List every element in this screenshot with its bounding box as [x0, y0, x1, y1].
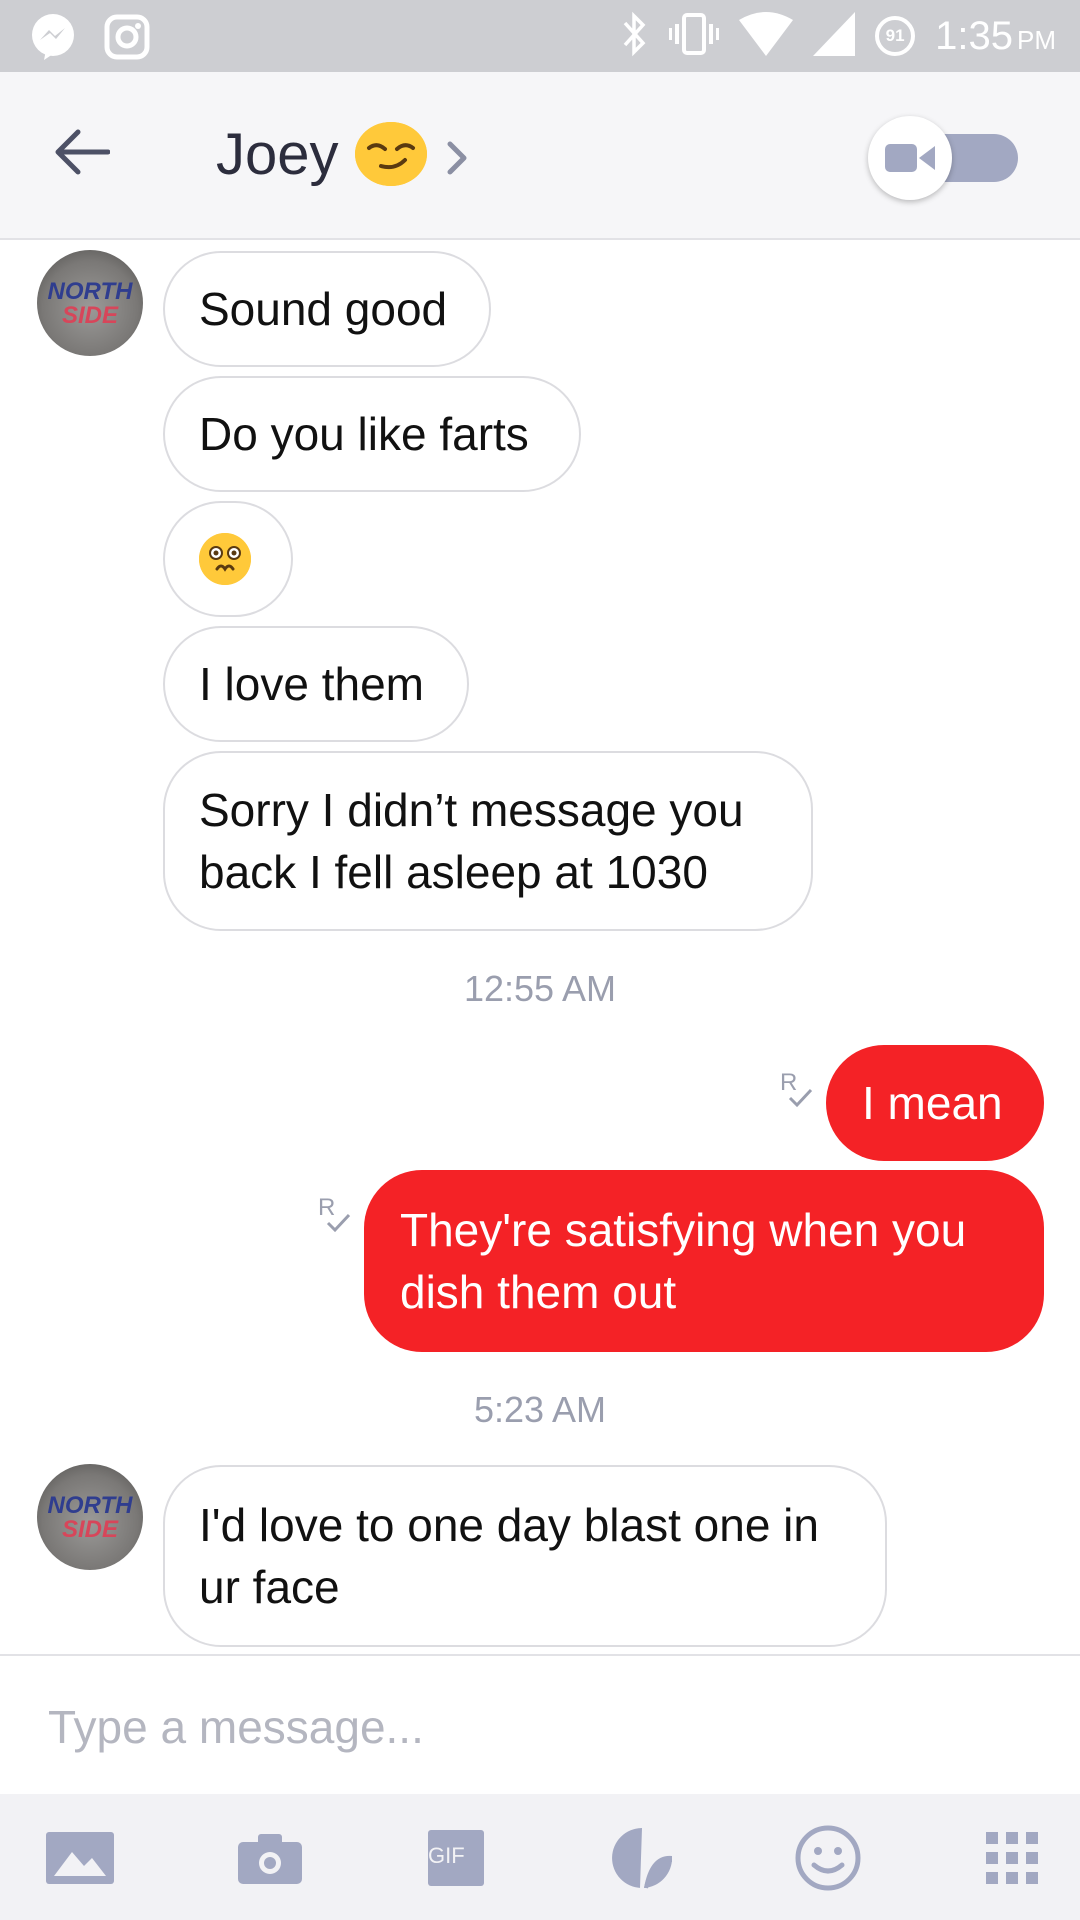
message-text-line: dish them out [400, 1266, 677, 1318]
clock-time: 1:35 [935, 13, 1013, 58]
svg-text:R: R [780, 1069, 797, 1096]
outgoing-message[interactable]: I mean [826, 1045, 1044, 1161]
conversation-header: Joey [0, 72, 1080, 240]
incoming-message[interactable] [163, 501, 293, 617]
incoming-message[interactable]: Sound good [163, 251, 491, 367]
signal-icon [813, 11, 856, 61]
smirking-face-emoji [354, 122, 427, 186]
instagram-icon [104, 14, 150, 65]
message-text: I mean [862, 1077, 1003, 1129]
incoming-message[interactable]: I'd love to one day blast one in ur face [163, 1465, 887, 1647]
composer-toolbar: GIF [0, 1794, 1080, 1920]
gif-label: GIF [428, 1843, 465, 1868]
status-bar: 91 1:35 PM [0, 0, 1080, 72]
chevron-right-icon[interactable] [446, 140, 470, 181]
message-text-line: Sorry I didn’t message you [199, 784, 744, 836]
incoming-message[interactable]: I love them [163, 626, 469, 742]
contact-title[interactable]: Joey [216, 121, 427, 187]
video-camera-icon [868, 116, 952, 200]
arrow-left-icon[interactable] [54, 128, 111, 181]
gif-icon[interactable]: GIF [420, 1822, 492, 1894]
messenger-icon [28, 12, 78, 67]
message-text-line: They're satisfying when you [400, 1204, 967, 1256]
svg-text:R: R [318, 1194, 335, 1221]
battery-level: 91 [885, 26, 905, 45]
message-text-line: back I fell asleep at 1030 [199, 846, 708, 898]
outgoing-message[interactable]: They're satisfying when you dish them ou… [364, 1170, 1044, 1352]
message-text: Do you like farts [199, 408, 529, 460]
read-receipt-icon: R [316, 1193, 352, 1242]
sticker-icon[interactable] [606, 1822, 678, 1894]
avatar-text-side: SIDE [61, 302, 118, 329]
message-list[interactable]: NORTH SIDE Sound good Do you like farts … [0, 240, 1080, 1654]
more-apps-icon[interactable] [976, 1822, 1048, 1894]
message-text: I love them [199, 658, 424, 710]
camera-icon[interactable] [234, 1822, 306, 1894]
clock: 1:35 PM [935, 14, 1056, 59]
contact-name: Joey [216, 121, 339, 187]
photo-icon[interactable] [44, 1822, 116, 1894]
vibrate-icon [669, 11, 720, 62]
wifi-icon [739, 11, 794, 61]
clock-ampm: PM [1017, 24, 1056, 55]
message-text: Sound good [199, 283, 448, 335]
incoming-message[interactable]: Sorry I didn’t message you back I fell a… [163, 751, 813, 931]
avatar-text-side: SIDE [61, 1516, 118, 1543]
incoming-message[interactable]: Do you like farts [163, 376, 581, 492]
contact-avatar[interactable]: NORTH SIDE [37, 250, 143, 356]
video-call-toggle[interactable] [868, 116, 1028, 200]
read-receipt-icon: R [778, 1068, 814, 1117]
message-input[interactable] [46, 1686, 1030, 1768]
emoji-icon[interactable] [792, 1822, 864, 1894]
bluetooth-icon [621, 11, 649, 62]
flushed-face-emoji [199, 533, 251, 585]
message-composer [0, 1654, 1080, 1794]
contact-avatar[interactable]: NORTH SIDE [37, 1464, 143, 1570]
timestamp: 12:55 AM [463, 968, 617, 1009]
timestamp: 5:23 AM [473, 1389, 607, 1430]
battery-icon: 91 [875, 16, 916, 56]
message-text-line: ur face [199, 1561, 340, 1613]
message-text-line: I'd love to one day blast one in [199, 1499, 819, 1551]
